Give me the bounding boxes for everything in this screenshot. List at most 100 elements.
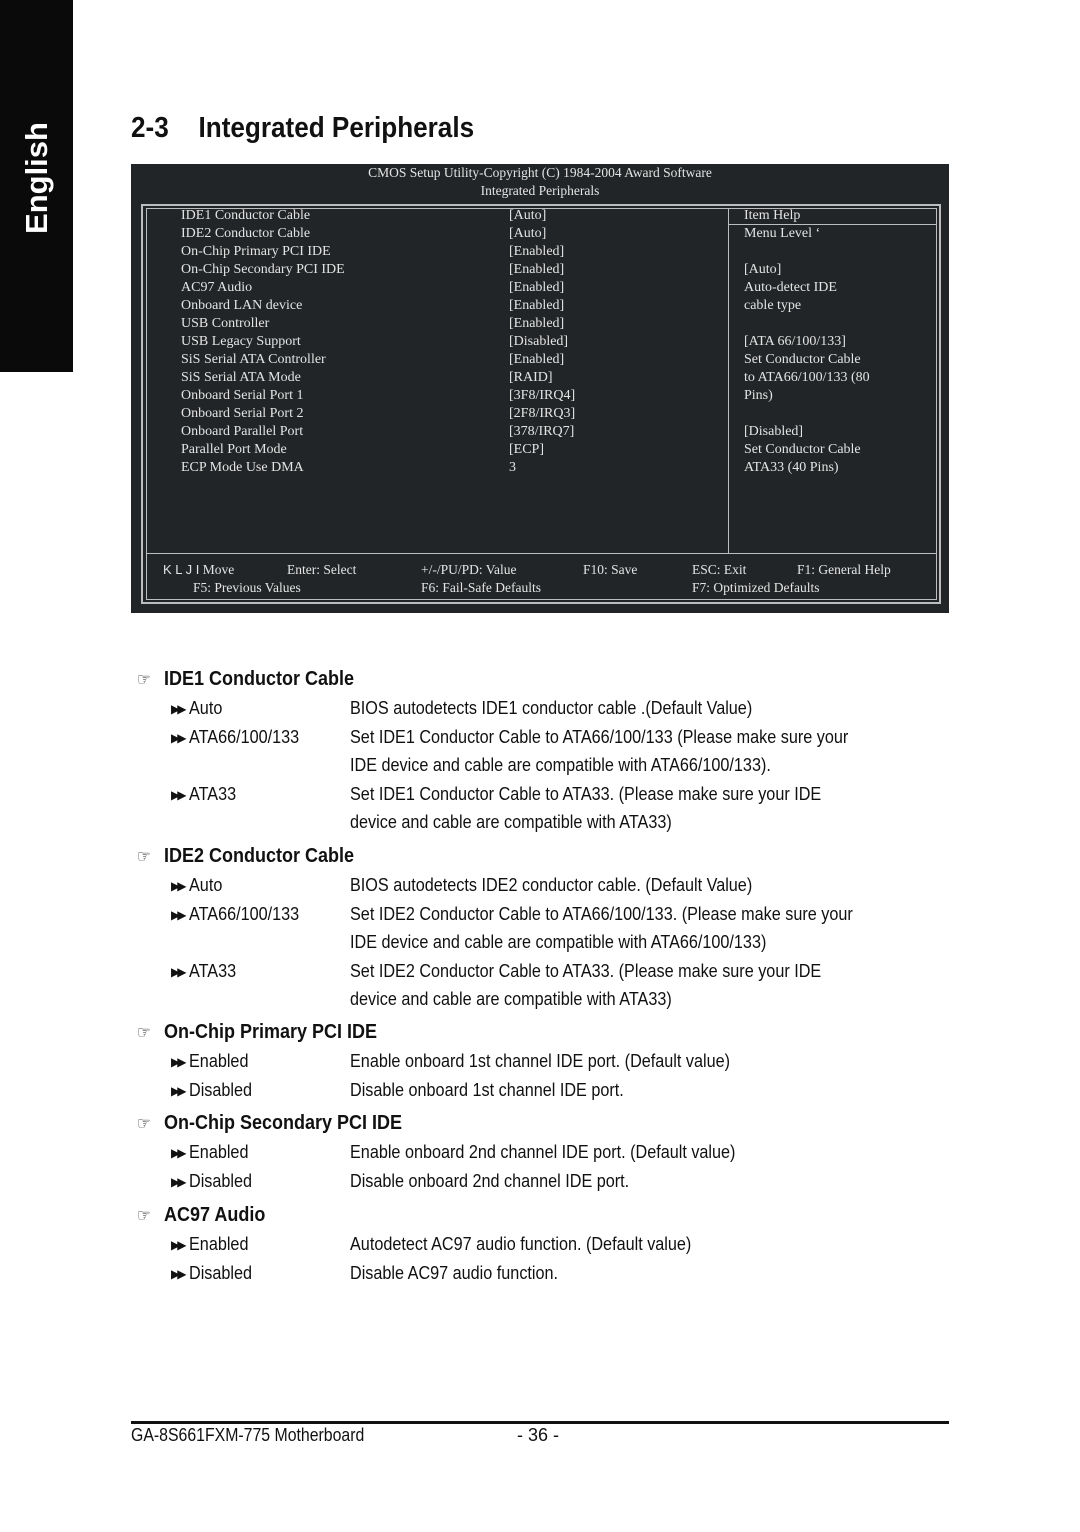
option-description: Disable AC97 audio function. [350,1262,559,1283]
pointing-hand-icon: ☞ [137,847,151,866]
option-description: Set IDE2 Conductor Cable to ATA33. (Plea… [350,960,822,981]
bios-item-row[interactable]: IDE2 Conductor Cable [Auto] [131,225,721,243]
option-title: ☞ AC97 Audio [137,1204,265,1227]
bios-item-row[interactable]: AC97 Audio [Enabled] [131,279,721,297]
bios-help-line: [ATA 66/100/133] [744,334,846,349]
option-value: ATA33 [189,960,237,981]
double-arrow-icon: ▶▶ [171,787,187,802]
bios-item-label: SiS Serial ATA Controller [181,352,326,367]
bios-footer-divider [146,553,937,554]
pointing-hand-icon: ☞ [137,1114,151,1133]
bios-item-value[interactable]: [Auto] [509,225,546,243]
bios-item-label: Onboard Serial Port 1 [181,388,304,403]
bios-item-value[interactable]: 3 [509,459,516,477]
bios-item-row[interactable]: On-Chip Primary PCI IDE [Enabled] [131,243,721,261]
bios-help-line: [Auto] [744,262,782,277]
double-arrow-icon: ▶▶ [171,1266,187,1281]
bios-item-label: IDE2 Conductor Cable [181,226,311,241]
option-description: Disable onboard 1st channel IDE port. [350,1079,624,1100]
bios-item-label: IDE1 Conductor Cable [181,208,311,223]
option-title: ☞ IDE2 Conductor Cable [137,845,354,868]
bios-item-label: USB Legacy Support [181,334,301,349]
bios-help-title: Item Help [744,208,801,223]
option-description: device and cable are compatible with ATA… [350,812,672,832]
section-title: Integrated Peripherals [198,112,475,144]
bios-item-label: Parallel Port Mode [181,442,287,457]
bios-key-move-label: Move [202,562,235,577]
option-description: IDE device and cable are compatible with… [350,932,767,952]
bios-item-row[interactable]: On-Chip Secondary PCI IDE [Enabled] [131,261,721,279]
bios-item-value[interactable]: [2F8/IRQ3] [509,405,575,423]
bios-item-row[interactable]: Onboard Serial Port 1 [3F8/IRQ4] [131,387,721,405]
bios-help-line: Set Conductor Cable [744,352,861,367]
bios-key-esc: ESC: Exit [692,562,747,577]
option-title: ☞ IDE1 Conductor Cable [137,668,354,691]
bios-item-row[interactable]: SiS Serial ATA Controller [Enabled] [131,351,721,369]
bios-item-label: Onboard LAN device [181,298,303,313]
bios-item-row[interactable]: Parallel Port Mode [ECP] [131,441,721,459]
option-description: Enable onboard 1st channel IDE port. (De… [350,1051,731,1071]
double-arrow-icon: ▶▶ [171,702,187,716]
bios-item-row[interactable]: USB Legacy Support [Disabled] [131,333,721,351]
bios-item-value[interactable]: [Enabled] [509,279,564,297]
bios-item-value[interactable]: [Enabled] [509,261,564,279]
bios-key-f7: F7: Optimized Defaults [692,580,820,595]
bios-item-value[interactable]: [378/IRQ7] [509,423,574,441]
bios-item-value[interactable]: [Enabled] [509,243,564,261]
bios-key-f5: F5: Previous Values [193,580,301,595]
bios-item-label: On-Chip Primary PCI IDE [181,244,331,259]
bios-item-value[interactable]: [Enabled] [509,297,564,315]
bios-help-line: Pins) [744,388,773,403]
bios-help-line: cable type [744,298,802,313]
bios-help-divider [728,208,729,553]
bios-help-line: Set Conductor Cable [744,442,861,457]
option-value: ATA66/100/133 [189,903,300,924]
option-value: Enabled [189,1142,249,1162]
bios-item-value[interactable]: [Enabled] [509,351,564,369]
option-description: BIOS autodetects IDE1 conductor cable .(… [350,698,753,718]
bios-item-value[interactable]: [Auto] [509,207,546,225]
option-description: Autodetect AC97 audio function. (Default… [350,1234,692,1254]
bios-help-line: to ATA66/100/133 (80 [744,370,870,385]
bios-header-page-title: Integrated Peripherals [480,183,600,198]
bios-item-row[interactable]: IDE1 Conductor Cable [Auto] [131,207,721,225]
bios-key-value: +/-/PU/PD: Value [421,562,517,577]
bios-help-line: ATA33 (40 Pins) [744,460,839,475]
option-value: ATA33 [189,783,237,804]
bios-help-line: [Disabled] [744,424,804,439]
bios-header-copyright: CMOS Setup Utility-Copyright (C) 1984-20… [368,165,712,180]
option-value: ATA66/100/133 [189,726,300,747]
bios-item-row[interactable]: Onboard Parallel Port [378/IRQ7] [131,423,721,441]
bios-item-value[interactable]: [RAID] [509,369,553,387]
bios-item-row[interactable]: SiS Serial ATA Mode [RAID] [131,369,721,387]
bios-item-value[interactable]: [Enabled] [509,315,564,333]
bios-key-enter: Enter: Select [287,562,357,577]
option-value: Disabled [189,1079,253,1100]
bios-key-f10: F10: Save [583,562,638,577]
bios-item-row[interactable]: Onboard LAN device [Enabled] [131,297,721,315]
bios-item-label: Onboard Serial Port 2 [181,406,304,421]
double-arrow-icon: ▶▶ [171,1055,187,1069]
footer-model-name: GA-8S661FXM-775 Motherboard [131,1425,365,1445]
option-value: Disabled [189,1170,253,1191]
section-number: 2-3 [131,112,169,144]
bios-item-value[interactable]: [3F8/IRQ4] [509,387,575,405]
bios-item-label: Onboard Parallel Port [181,424,304,439]
bios-item-value[interactable]: [Disabled] [509,333,568,351]
bios-item-value[interactable]: [ECP] [509,441,544,459]
double-arrow-icon: ▶▶ [171,1238,187,1252]
pointing-hand-icon: ☞ [137,1206,151,1225]
bios-help-line: Menu Level ‘ [744,226,821,241]
double-arrow-icon: ▶▶ [171,964,187,979]
double-arrow-icon: ▶▶ [171,1083,187,1098]
section-heading: 2-3 Integrated Peripherals [131,112,474,145]
bios-item-row[interactable]: ECP Mode Use DMA 3 [131,459,721,477]
option-description: Disable onboard 2nd channel IDE port. [350,1170,630,1191]
bios-item-label: ECP Mode Use DMA [181,460,304,475]
bios-item-row[interactable]: USB Controller [Enabled] [131,315,721,333]
option-title: ☞ On-Chip Secondary PCI IDE [137,1112,402,1135]
option-title-text: AC97 Audio [164,1204,266,1226]
bios-item-label: SiS Serial ATA Mode [181,370,301,385]
option-description: BIOS autodetects IDE2 conductor cable. (… [350,875,753,895]
bios-item-row[interactable]: Onboard Serial Port 2 [2F8/IRQ3] [131,405,721,423]
